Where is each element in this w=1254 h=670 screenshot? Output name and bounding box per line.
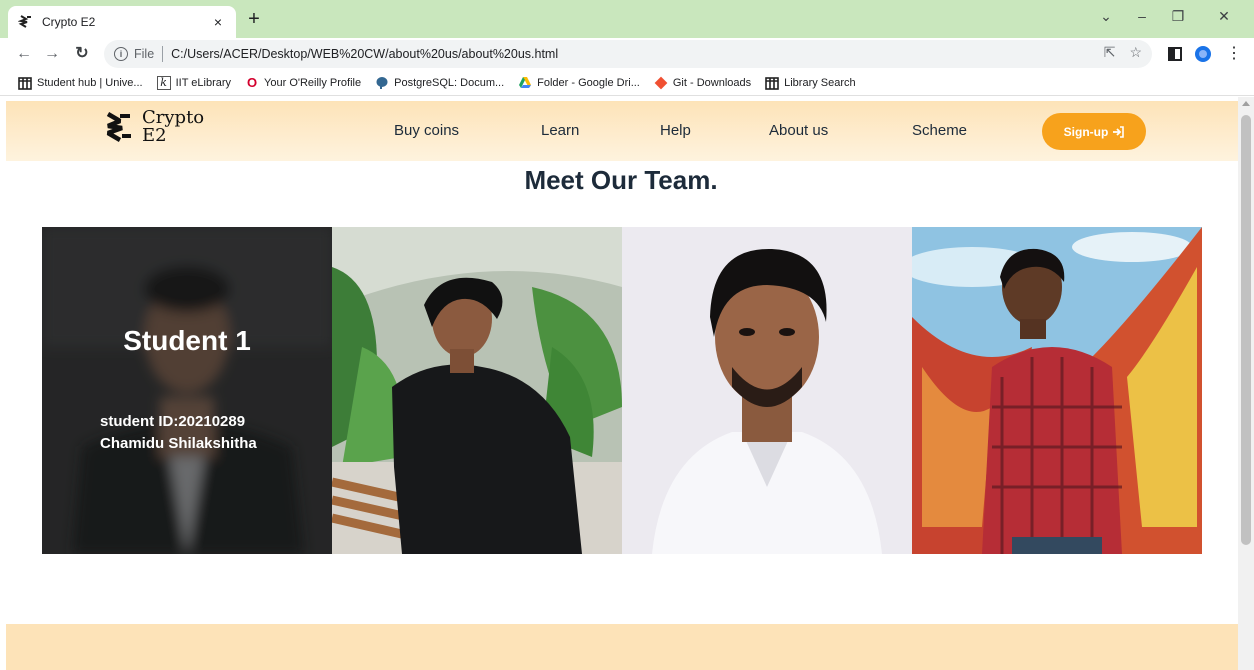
bookmark-label: IIT eLibrary (175, 76, 232, 89)
logo-line-2: E2 (142, 125, 167, 146)
scroll-up-icon[interactable] (1242, 101, 1250, 106)
building-icon (765, 76, 779, 90)
bookmark-label: Git - Downloads (672, 76, 752, 89)
team-card-3[interactable] (622, 227, 912, 554)
browser-tab-bar: Crypto E2 × + ⌄ – ❐ ✕ (0, 0, 1254, 38)
share-icon[interactable]: ⇱ (1104, 44, 1116, 61)
building-icon (18, 76, 32, 90)
footer-band (6, 624, 1238, 670)
reload-icon[interactable]: ↻ (72, 44, 92, 64)
bookmark-star-icon[interactable]: ☆ (1129, 44, 1142, 61)
url-text[interactable]: C:/Users/ACER/Desktop/WEB%20CW/about%20u… (171, 47, 558, 61)
nav-learn[interactable]: Learn (541, 122, 579, 139)
bookmarks-bar: Student hub | Unive... k IIT eLibrary O … (0, 70, 1254, 96)
k-icon: k (156, 75, 171, 90)
signup-button[interactable]: Sign-up (1042, 113, 1146, 150)
team-photo-3 (622, 227, 912, 554)
crypto-logo-icon (18, 15, 31, 28)
browser-toolbar: ← → ↻ i File C:/Users/ACER/Desktop/WEB%2… (0, 38, 1254, 70)
minimize-icon[interactable]: – (1132, 8, 1152, 24)
menu-kebab-icon[interactable]: ⋮ (1224, 44, 1244, 64)
signup-label: Sign-up (1063, 124, 1109, 139)
team-photo-2 (332, 227, 622, 554)
card-overlay (42, 227, 332, 554)
bookmark-label: PostgreSQL: Docum... (394, 76, 505, 89)
new-tab-button[interactable]: + (244, 9, 264, 29)
card-student-id: student ID:20210289 (100, 413, 246, 430)
tab-title: Crypto E2 (42, 15, 96, 29)
omnibox-separator (162, 46, 164, 62)
side-panel-icon[interactable] (1166, 45, 1184, 63)
bookmark-label: Library Search (784, 76, 856, 89)
bookmark-label: Folder - Google Dri... (537, 76, 640, 89)
git-icon (654, 76, 668, 89)
scrollbar-thumb[interactable] (1241, 115, 1251, 545)
restore-icon[interactable]: ❐ (1168, 8, 1188, 25)
page-viewport: Crypto E2 Buy coins Learn Help About us … (0, 97, 1238, 670)
elephant-icon (376, 76, 388, 89)
nav-scheme[interactable]: Scheme (912, 122, 967, 139)
browser-tab[interactable]: Crypto E2 × (8, 6, 236, 38)
bookmark-oreilly[interactable]: O Your O'Reilly Profile (245, 75, 362, 90)
card-student-details: student ID:20210289 Chamidu Shilakshitha (100, 411, 257, 455)
oreilly-icon: O (246, 75, 258, 90)
nav-about-us[interactable]: About us (769, 122, 828, 139)
drive-icon (519, 76, 532, 88)
tab-close-icon[interactable]: × (210, 14, 226, 30)
site-logo[interactable]: Crypto E2 (104, 109, 204, 145)
info-icon[interactable]: i (114, 47, 128, 61)
bookmark-student-hub[interactable]: Student hub | Unive... (18, 76, 143, 90)
team-card-2[interactable] (332, 227, 622, 554)
close-window-icon[interactable]: ✕ (1214, 8, 1234, 25)
profile-avatar-icon[interactable] (1194, 45, 1212, 63)
address-bar[interactable]: i File C:/Users/ACER/Desktop/WEB%20CW/ab… (104, 40, 1152, 68)
nav-buy-coins[interactable]: Buy coins (394, 122, 459, 139)
bookmark-library-search[interactable]: Library Search (765, 76, 856, 90)
bookmark-git-downloads[interactable]: Git - Downloads (654, 76, 751, 90)
bookmark-label: Student hub | Unive... (37, 76, 143, 89)
nav-help[interactable]: Help (660, 122, 691, 139)
team-title: Meet Our Team. (524, 165, 718, 195)
card-student-name: Student 1 (123, 325, 251, 356)
login-arrow-icon (1113, 125, 1125, 138)
bookmark-label: Your O'Reilly Profile (264, 76, 362, 89)
crypto-logo-icon (106, 112, 131, 142)
forward-icon[interactable]: → (42, 44, 62, 64)
bookmark-postgresql[interactable]: PostgreSQL: Docum... (375, 76, 504, 90)
bookmark-google-drive[interactable]: Folder - Google Dri... (518, 76, 640, 90)
page-scrollbar[interactable] (1238, 97, 1254, 670)
omnibox-scheme: File (134, 47, 155, 61)
team-photo-4 (912, 227, 1202, 554)
tab-search-icon[interactable]: ⌄ (1096, 8, 1116, 25)
site-header: Crypto E2 Buy coins Learn Help About us … (6, 101, 1238, 161)
back-icon[interactable]: ← (14, 44, 34, 64)
team-card-1[interactable]: Student 1 student ID:20210289 Chamidu Sh… (42, 227, 332, 554)
bookmark-iit-elibrary[interactable]: k IIT eLibrary (156, 75, 232, 90)
card-student-fullname: Chamidu Shilakshitha (100, 435, 257, 452)
logo-text: Crypto E2 (142, 109, 204, 145)
team-card-4[interactable] (912, 227, 1202, 554)
